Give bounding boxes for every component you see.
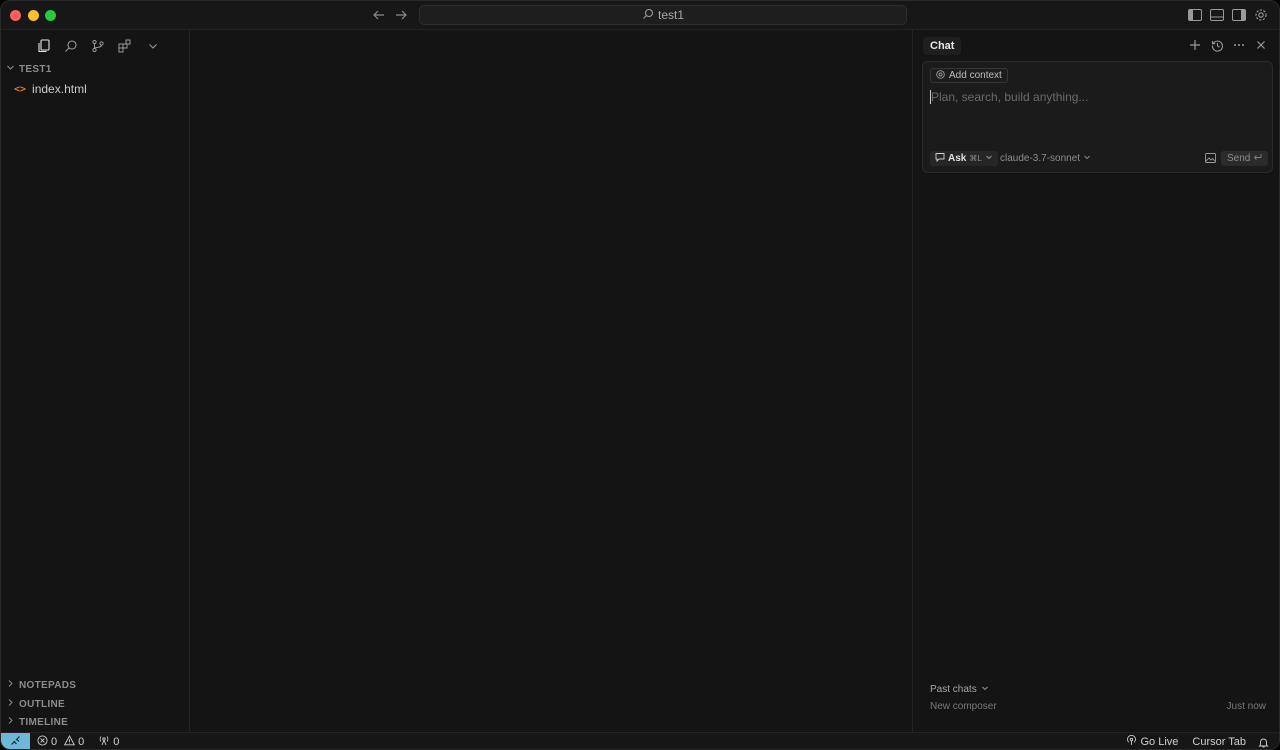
notepads-section-header[interactable]: NOTEPADS xyxy=(1,676,189,694)
explorer-files-icon[interactable] xyxy=(35,37,53,55)
go-live-label: Go Live xyxy=(1140,736,1179,748)
chat-input-placeholder: Plan, search, build anything... xyxy=(931,90,1089,104)
ports-indicator[interactable]: 0 xyxy=(98,735,119,749)
forward-arrow-icon[interactable] xyxy=(392,6,410,24)
window-minimize-button[interactable] xyxy=(28,10,39,21)
chat-input[interactable]: Plan, search, build anything... xyxy=(930,90,1088,104)
primary-sidebar: TEST1 <> index.html NOTEPADS OUTLINE TIM… xyxy=(1,30,190,732)
back-arrow-icon[interactable] xyxy=(370,6,388,24)
remote-connection-icon xyxy=(10,735,21,749)
notifications-bell-icon[interactable] xyxy=(1258,737,1269,748)
toggle-panel-icon[interactable] xyxy=(1209,7,1225,23)
add-context-button[interactable]: Add context xyxy=(930,68,1008,83)
mode-shortcut: ⌘L xyxy=(969,154,982,163)
more-options-icon[interactable] xyxy=(1231,37,1247,53)
chevron-right-icon xyxy=(6,679,15,691)
title-bar: test1 xyxy=(1,1,1279,30)
error-count: 0 xyxy=(51,736,58,748)
cursor-tab-label: Cursor Tab xyxy=(1192,736,1246,748)
model-selector[interactable]: claude-3.7-sonnet xyxy=(1000,151,1091,166)
workspace-section-header[interactable]: TEST1 xyxy=(1,60,189,78)
editor-area[interactable] xyxy=(190,30,912,732)
html-file-icon: <> xyxy=(14,83,27,95)
file-name: index.html xyxy=(32,82,87,96)
section-label: OUTLINE xyxy=(19,698,65,710)
broadcast-icon xyxy=(98,735,110,749)
toggle-primary-sidebar-icon[interactable] xyxy=(1187,7,1203,23)
broadcast-icon xyxy=(1126,734,1137,749)
mode-selector[interactable]: Ask ⌘L xyxy=(930,151,998,166)
chevron-down-icon xyxy=(1083,153,1091,164)
toggle-secondary-sidebar-icon[interactable] xyxy=(1231,7,1247,23)
chevron-down-icon[interactable] xyxy=(144,37,162,55)
ports-count: 0 xyxy=(113,736,120,748)
tab-chat[interactable]: Chat xyxy=(923,37,962,55)
go-live-button[interactable]: Go Live xyxy=(1126,734,1179,749)
window-close-button[interactable] xyxy=(10,10,21,21)
search-icon xyxy=(642,8,654,23)
window-maximize-button[interactable] xyxy=(45,10,56,21)
new-chat-plus-icon[interactable] xyxy=(1187,37,1203,53)
settings-gear-icon[interactable] xyxy=(1253,7,1269,23)
send-button[interactable]: Send xyxy=(1221,151,1269,166)
cursor-tab-button[interactable]: Cursor Tab xyxy=(1192,736,1246,748)
command-center-search[interactable]: test1 xyxy=(419,5,907,25)
extensions-icon[interactable] xyxy=(116,37,134,55)
add-context-label: Add context xyxy=(949,70,1002,81)
past-chat-item[interactable]: New composer Just now xyxy=(930,701,1266,712)
chevron-right-icon xyxy=(6,716,15,728)
chat-bubble-icon xyxy=(935,152,945,165)
chat-composer: Add context Plan, search, build anything… xyxy=(922,61,1273,173)
section-label: TIMELINE xyxy=(19,716,69,728)
status-bar: 0 0 0 Go Live Cursor Tab xyxy=(1,732,1279,749)
error-icon xyxy=(37,735,48,749)
history-icon[interactable] xyxy=(1209,37,1225,53)
send-label: Send xyxy=(1227,153,1251,164)
remote-indicator-button[interactable] xyxy=(1,732,30,749)
outline-section-header[interactable]: OUTLINE xyxy=(1,695,189,713)
image-upload-icon[interactable] xyxy=(1204,152,1216,164)
chevron-right-icon xyxy=(6,698,15,710)
return-key-icon xyxy=(1253,153,1262,164)
past-chat-time: Just now xyxy=(1226,701,1266,712)
warning-count: 0 xyxy=(78,736,85,748)
app-window: test1 TEST1 <> index.html NOTEPADS OUTLI… xyxy=(0,0,1280,750)
file-tree-item[interactable]: <> index.html xyxy=(1,79,189,99)
chevron-down-icon xyxy=(6,63,15,75)
past-chats-toggle[interactable]: Past chats xyxy=(930,684,989,695)
past-chats-label: Past chats xyxy=(930,684,977,695)
search-text: test1 xyxy=(657,8,684,22)
search-icon[interactable] xyxy=(62,37,80,55)
close-icon[interactable] xyxy=(1253,37,1269,53)
mode-label: Ask xyxy=(948,153,967,164)
section-label: NOTEPADS xyxy=(19,679,77,691)
at-sign-icon xyxy=(936,69,945,82)
workspace-title: TEST1 xyxy=(19,63,52,75)
chevron-down-icon xyxy=(981,684,989,695)
chat-panel: Chat Add context Plan, search, build any… xyxy=(912,30,1279,732)
model-label: claude-3.7-sonnet xyxy=(1000,153,1081,164)
warning-icon xyxy=(64,735,76,749)
timeline-section-header[interactable]: TIMELINE xyxy=(1,713,189,731)
source-control-icon[interactable] xyxy=(89,37,107,55)
problems-indicator[interactable]: 0 0 xyxy=(37,735,84,749)
chevron-down-icon xyxy=(985,153,993,164)
past-chat-title: New composer xyxy=(930,701,997,712)
